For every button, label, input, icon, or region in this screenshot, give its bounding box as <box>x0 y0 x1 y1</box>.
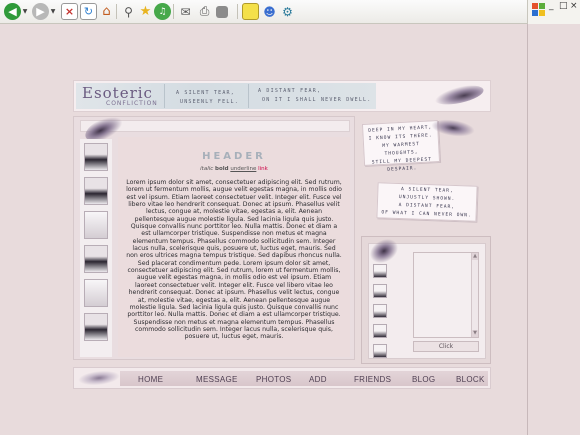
forward-icon[interactable]: ▶ <box>32 3 49 20</box>
banner-quote-one: A SILENT TEAR, UNSEENLY FELL. <box>176 90 239 105</box>
film-frame <box>373 324 387 338</box>
scroll-down-icon[interactable]: ▼ <box>472 330 478 337</box>
header-banner: Esoteric CONFLICTION A SILENT TEAR, UNSE… <box>73 80 491 112</box>
site-logo-subtitle: CONFLICTION <box>106 100 158 107</box>
toolbar-separator <box>116 4 117 19</box>
research-icon[interactable]: ⚙ <box>279 3 296 20</box>
banner-divider <box>248 84 249 108</box>
film-frame <box>84 143 108 171</box>
banner-quote-two: A DISTANT FEAR, ON IT I SHALL NEVER DWEL… <box>258 88 372 103</box>
film-frame <box>84 313 108 341</box>
maximize-button[interactable]: □ <box>559 1 568 11</box>
stop-icon[interactable]: × <box>61 3 78 20</box>
format-samples: italic bold underline link <box>118 166 350 172</box>
tagboard: ▲ ▼ Click <box>365 233 486 359</box>
tagboard-scrollbar[interactable]: ▲ ▼ <box>471 253 478 337</box>
tagboard-click-button[interactable]: Click <box>413 341 479 352</box>
media-icon[interactable]: ♫ <box>154 3 171 20</box>
home-icon[interactable]: ⌂ <box>98 3 115 20</box>
scroll-up-icon[interactable]: ▲ <box>472 253 478 260</box>
italic-text: italic <box>200 166 214 172</box>
film-frame <box>84 211 108 239</box>
nav-blog[interactable]: BLOG <box>412 375 435 384</box>
nav-home[interactable]: HOME <box>138 375 163 384</box>
nav-add[interactable]: ADD <box>309 375 327 384</box>
film-frame <box>373 304 387 318</box>
tagboard-messages[interactable]: ▲ ▼ <box>413 252 479 338</box>
chevron-down-icon[interactable]: ▼ <box>21 3 29 20</box>
back-icon[interactable]: ◀ <box>4 3 21 20</box>
toolbar-separator <box>237 4 238 19</box>
underline-text: underline <box>230 166 257 172</box>
body-text: Lorem ipsum dolor sit amet, consectetuer… <box>126 179 342 341</box>
bold-text: bold <box>215 166 229 172</box>
windows-logo-icon <box>532 3 546 17</box>
scrollbar-edge <box>527 24 528 435</box>
browser-toolbar: ◀ ▼ ▶ ▼ × ↻ ⌂ ⚲ ★ ♫ ✉ ⎙ ☻ ⚙ <box>0 0 580 24</box>
feather-ornament <box>365 233 403 269</box>
content-area: HEADER italic bold underline link Lorem … <box>118 137 350 357</box>
nav-block[interactable]: BLOCK <box>456 375 485 384</box>
close-button[interactable]: × <box>570 1 578 11</box>
favorites-icon[interactable]: ★ <box>137 3 154 20</box>
toolbar-separator <box>173 4 174 19</box>
photo-film-strip <box>80 139 112 357</box>
poem-note-one: DEEP IN MY HEART, I KNOW ITS THERE. MY W… <box>361 120 441 173</box>
film-frame <box>373 264 387 278</box>
tagboard-film-strip <box>373 264 389 358</box>
messenger-icon[interactable]: ☻ <box>261 3 278 20</box>
minimize-button[interactable]: _ <box>549 1 554 11</box>
poem-note-two: A SILENT TEAR, UNJUSTLY SHOWN. A DISTANT… <box>376 182 478 222</box>
nav-friends[interactable]: FRIENDS <box>354 375 391 384</box>
notes-icon[interactable] <box>242 3 259 20</box>
sample-link[interactable]: link <box>258 166 268 172</box>
banner-divider <box>164 84 165 108</box>
feather-ornament <box>77 368 121 388</box>
film-frame <box>84 245 108 273</box>
nav-bar: HOME MESSAGE PHOTOS ADD FRIENDS BLOG BLO… <box>73 367 491 389</box>
banner-strip: Esoteric CONFLICTION A SILENT TEAR, UNSE… <box>76 83 376 109</box>
refresh-icon[interactable]: ↻ <box>80 3 97 20</box>
chevron-down-icon[interactable]: ▼ <box>49 3 57 20</box>
film-frame <box>373 344 387 358</box>
film-frame <box>373 284 387 298</box>
mail-icon[interactable]: ✉ <box>177 3 194 20</box>
content-header: HEADER <box>202 151 266 162</box>
tagboard-frame: ▲ ▼ Click <box>361 233 491 364</box>
edit-icon[interactable] <box>216 6 228 18</box>
film-frame <box>84 177 108 205</box>
main-panel: HEADER italic bold underline link Lorem … <box>73 111 355 360</box>
nav-message[interactable]: MESSAGE <box>196 375 238 384</box>
myspace-layout: Esoteric CONFLICTION A SILENT TEAR, UNSE… <box>73 80 491 390</box>
nav-strip: HOME MESSAGE PHOTOS ADD FRIENDS BLOG BLO… <box>120 371 488 386</box>
feather-ornament <box>432 81 486 109</box>
nav-photos[interactable]: PHOTOS <box>256 375 291 384</box>
print-icon[interactable]: ⎙ <box>196 3 213 20</box>
search-icon[interactable]: ⚲ <box>120 3 137 20</box>
film-frame <box>84 279 108 307</box>
